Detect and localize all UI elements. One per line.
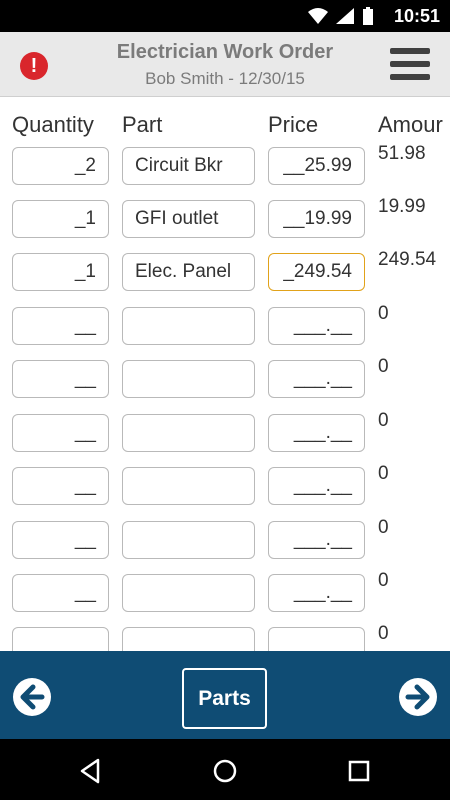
- col-header-amount: Amour: [378, 112, 443, 137]
- amount-value: 0: [378, 303, 389, 324]
- table-row: __ ___.__ 0: [0, 463, 450, 509]
- nav-recent-icon[interactable]: [345, 757, 373, 785]
- part-field[interactable]: [122, 360, 255, 398]
- arrow-left-icon[interactable]: [13, 678, 51, 716]
- price-field[interactable]: ___.__: [268, 574, 365, 612]
- table-row: __ ___.__ 0: [0, 303, 450, 349]
- part-field[interactable]: Circuit Bkr: [122, 147, 255, 185]
- amount-value: 0: [378, 410, 389, 431]
- part-field[interactable]: [122, 467, 255, 505]
- page-title: Electrician Work Order: [116, 41, 334, 63]
- nav-back-icon[interactable]: [77, 757, 105, 785]
- amount-value: 19.99: [378, 196, 426, 217]
- col-header-quantity: Quantity: [12, 112, 94, 137]
- bottom-action-bar: Parts: [0, 651, 450, 739]
- price-field[interactable]: ___.__: [268, 414, 365, 452]
- part-field[interactable]: Elec. Panel: [122, 253, 255, 291]
- amount-value: 0: [378, 356, 389, 377]
- part-field[interactable]: [122, 307, 255, 345]
- amount-value: 0: [378, 517, 389, 538]
- amount-value: 0: [378, 623, 389, 644]
- status-icons: [308, 7, 374, 25]
- price-field[interactable]: ___.__: [268, 360, 365, 398]
- quantity-field[interactable]: __: [12, 467, 109, 505]
- page-subtitle: Bob Smith - 12/30/15: [145, 69, 305, 88]
- order-table: Quantity Part Price Amour _2 Circuit Bkr…: [0, 97, 450, 651]
- part-field[interactable]: [122, 414, 255, 452]
- col-header-price: Price: [268, 112, 319, 137]
- quantity-field[interactable]: __: [12, 574, 109, 612]
- table-row: _1 GFI outlet __19.99 19.99: [0, 196, 450, 242]
- price-field[interactable]: _249.54: [268, 253, 365, 291]
- quantity-field[interactable]: _2: [12, 147, 109, 185]
- price-field[interactable]: __19.99: [268, 200, 365, 238]
- table-row: 0: [0, 623, 450, 651]
- price-field[interactable]: ___.__: [268, 307, 365, 345]
- amount-value: 0: [378, 570, 389, 591]
- table-row: __ ___.__ 0: [0, 356, 450, 402]
- app-header: ! Electrician Work Order Bob Smith - 12/…: [0, 32, 450, 97]
- parts-button[interactable]: Parts: [182, 668, 267, 729]
- price-field[interactable]: ___.__: [268, 467, 365, 505]
- price-field[interactable]: __25.99: [268, 147, 365, 185]
- quantity-field[interactable]: __: [12, 360, 109, 398]
- table-row: __ ___.__ 0: [0, 570, 450, 616]
- quantity-field[interactable]: [12, 627, 109, 651]
- price-field[interactable]: [268, 627, 365, 651]
- part-field[interactable]: [122, 574, 255, 612]
- amount-value: 0: [378, 463, 389, 484]
- table-row: __ ___.__ 0: [0, 517, 450, 563]
- hamburger-menu-icon[interactable]: [390, 48, 430, 84]
- signal-icon: [336, 8, 354, 24]
- system-nav-bar: [0, 739, 450, 800]
- amount-value: 249.54: [378, 249, 437, 270]
- amount-value: 51.98: [378, 143, 426, 164]
- table-row: __ ___.__ 0: [0, 410, 450, 456]
- nav-home-icon[interactable]: [211, 757, 239, 785]
- quantity-field[interactable]: __: [12, 307, 109, 345]
- clock: 10:51: [393, 6, 440, 26]
- part-field[interactable]: [122, 521, 255, 559]
- quantity-field[interactable]: _1: [12, 253, 109, 291]
- wifi-icon: [308, 8, 328, 24]
- price-field[interactable]: ___.__: [268, 521, 365, 559]
- table-row: _1 Elec. Panel _249.54 249.54: [0, 249, 450, 295]
- part-field[interactable]: [122, 627, 255, 651]
- status-bar: 10:51: [0, 0, 450, 32]
- col-header-part: Part: [122, 112, 163, 137]
- quantity-field[interactable]: _1: [12, 200, 109, 238]
- quantity-field[interactable]: __: [12, 414, 109, 452]
- table-row: _2 Circuit Bkr __25.99 51.98: [0, 143, 450, 189]
- arrow-right-icon[interactable]: [399, 678, 437, 716]
- part-field[interactable]: GFI outlet: [122, 200, 255, 238]
- battery-icon: [363, 7, 373, 25]
- quantity-field[interactable]: __: [12, 521, 109, 559]
